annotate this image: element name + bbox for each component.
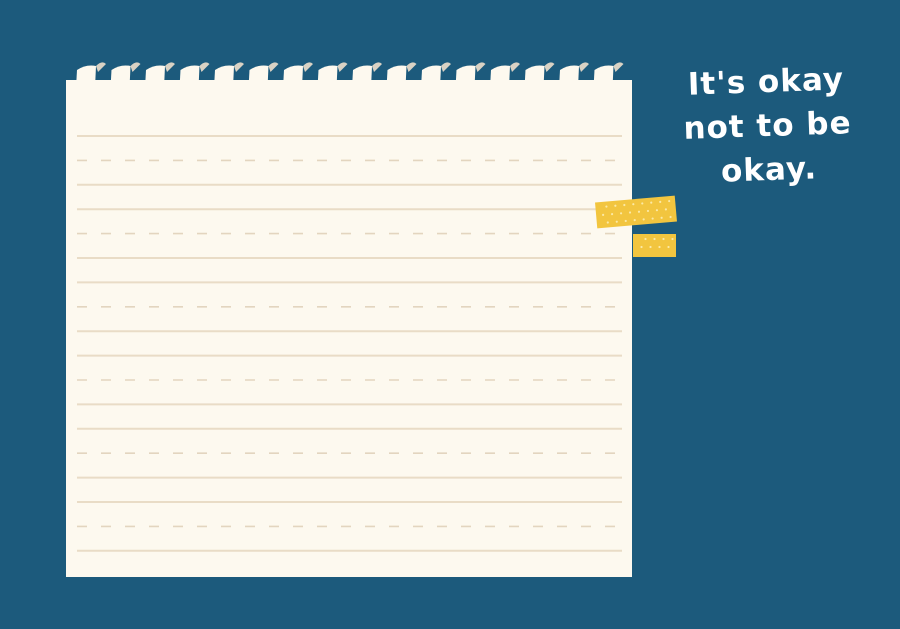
- quote-line-2: not to be: [682, 105, 853, 147]
- quote-line-1: It's okay: [687, 61, 845, 103]
- paper-tab: [283, 65, 303, 88]
- washi-tape-bottom: [633, 234, 676, 257]
- tape-dot: [640, 245, 643, 249]
- paper-tab: [317, 65, 338, 88]
- paper-tab: [490, 65, 510, 88]
- paper-tab: [145, 65, 165, 88]
- quote-line-3: okay.: [720, 150, 818, 190]
- paper-tab: [559, 65, 579, 88]
- tape-dot: [667, 245, 670, 249]
- tape-dot: [644, 237, 647, 241]
- tape-dot: [658, 245, 661, 249]
- paper-tab: [455, 65, 476, 88]
- paper-tab: [352, 65, 372, 88]
- tape-dot: [653, 237, 656, 241]
- paper-tab: [110, 65, 131, 88]
- paper-tab: [524, 65, 545, 88]
- paper-tab: [421, 65, 441, 88]
- paper-tab: [248, 65, 269, 88]
- paper-tab: [593, 65, 614, 88]
- tape-dot: [649, 245, 652, 249]
- paper-tab: [179, 65, 200, 88]
- tape-dot: [662, 237, 665, 241]
- quote-text: It's okay not to be okay.: [678, 57, 858, 195]
- paper-tab: [76, 65, 96, 88]
- tape-dot: [671, 237, 674, 241]
- paper-tab: [214, 65, 234, 88]
- paper-tab: [386, 65, 407, 88]
